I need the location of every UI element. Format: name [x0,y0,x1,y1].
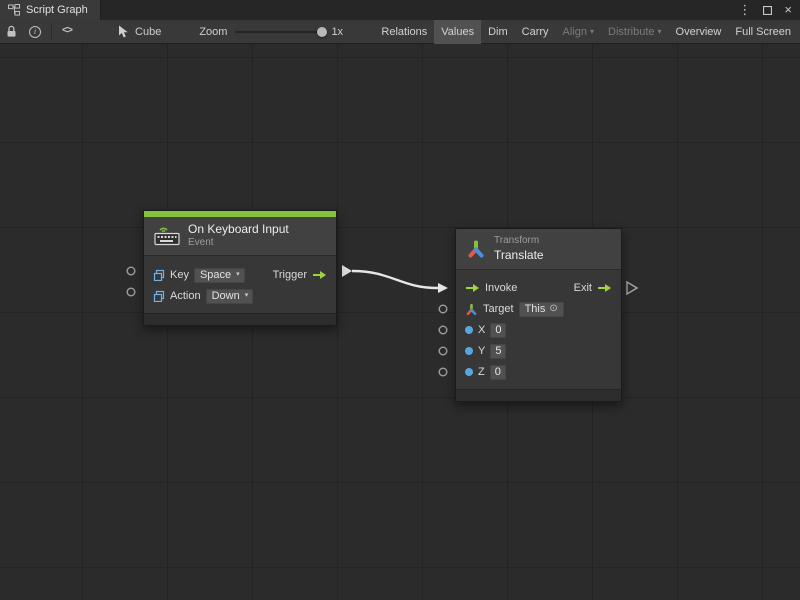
keyboard-icon [154,225,180,246]
fullscreen-button[interactable]: Full Screen [728,20,798,44]
action-label: Action [170,290,201,302]
y-label: Y [478,345,485,357]
titlebar: Script Graph ⋮ × [0,0,800,20]
trigger-label: Trigger [273,269,307,281]
trigger-invoke-wire[interactable] [352,271,438,288]
number-port-icon [465,368,473,376]
exit-output-port[interactable] [627,282,637,294]
tab-label: Script Graph [26,4,88,16]
chevron-down-icon: ▾ [245,292,249,299]
wires-layer [0,44,800,600]
key-dropdown[interactable]: Space ▾ [194,268,245,283]
node-body: Key Space ▾ Trigger [144,256,336,313]
zoom-slider-track[interactable] [235,31,323,33]
node-footer [456,389,621,401]
zoom-slider-handle[interactable] [317,27,327,37]
chevron-down-icon: ▾ [236,271,240,278]
relations-button[interactable]: Relations [374,20,434,44]
z-field[interactable]: 0 [490,365,506,380]
node-header[interactable]: On Keyboard Input Event [144,217,336,256]
flow-arrow-icon [597,283,612,293]
lock-icon[interactable] [0,20,23,44]
chevron-down-icon: ▾ [590,28,594,36]
y-field[interactable]: 5 [490,344,506,359]
flow-arrow-icon [312,270,327,280]
y-row: Y 5 [456,341,621,362]
target-row: Target This ⊙ [456,299,621,320]
key-row: Key Space ▾ Trigger [144,265,336,286]
wire-arrowhead-icon [438,283,448,293]
node-body: Invoke Exit [456,270,621,389]
values-button[interactable]: Values [434,20,481,44]
graph-target-label: Cube [135,26,161,38]
enum-icon [153,290,165,302]
overview-button[interactable]: Overview [669,20,729,44]
graph-canvas[interactable]: On Keyboard Input Event Key Space ▾ [0,44,800,600]
zoom-label: Zoom [199,26,227,38]
script-graph-window: Script Graph ⋮ × i <> Cube [0,0,800,600]
key-label: Key [170,269,189,281]
node-footer [144,313,336,325]
close-icon[interactable]: × [784,0,792,20]
graph-icon [8,4,20,16]
zoom-value: 1x [331,26,343,38]
on-keyboard-input-node[interactable]: On Keyboard Input Event Key Space ▾ [143,210,337,326]
flow-arrow-icon [465,283,480,293]
object-picker-icon: ⊙ [549,303,557,314]
z-row: Z 0 [456,362,621,383]
exit-label: Exit [574,282,592,294]
graph-target-group[interactable]: Cube [118,25,161,38]
key-input-port[interactable] [127,267,135,275]
target-input-port[interactable] [439,305,447,313]
code-preview-icon[interactable]: <> [56,20,78,44]
chevron-down-icon: ▾ [658,28,662,36]
x-row: X 0 [456,320,621,341]
action-dropdown[interactable]: Down ▾ [206,289,254,304]
carry-button[interactable]: Carry [515,20,556,44]
align-button[interactable]: Align▾ [556,20,601,44]
zoom-slider[interactable] [235,25,323,39]
info-icon[interactable]: i [23,20,47,44]
y-input-port[interactable] [439,347,447,355]
transform-icon [466,239,486,259]
x-label: X [478,324,485,336]
distribute-button[interactable]: Distribute▾ [601,20,668,44]
window-controls: ⋮ × [738,0,800,20]
node-subtitle: Event [188,237,289,250]
z-label: Z [478,366,485,378]
toolbar-divider [51,24,52,40]
axis-icon [465,303,478,316]
cursor-icon [118,25,129,38]
action-row: Action Down ▾ [144,286,336,307]
toolbar: i <> Cube Zoom 1x Relations Values Dim C… [0,20,800,44]
node-category: Transform [494,235,544,248]
node-title: On Keyboard Input [188,222,289,237]
number-port-icon [465,326,473,334]
trigger-output-port[interactable] [342,265,352,277]
x-field[interactable]: 0 [490,323,506,338]
dim-button[interactable]: Dim [481,20,515,44]
action-input-port[interactable] [127,288,135,296]
z-input-port[interactable] [439,368,447,376]
target-value-chip[interactable]: This ⊙ [519,302,564,317]
toolbar-buttons: Relations Values Dim Carry Align▾ Distri… [374,20,800,44]
target-label: Target [483,303,514,315]
translate-node[interactable]: Transform Translate Invoke Exit [455,228,622,402]
node-title: Translate [494,248,544,263]
x-input-port[interactable] [439,326,447,334]
invoke-label: Invoke [485,282,517,294]
invoke-row: Invoke Exit [456,278,621,299]
more-menu-icon[interactable]: ⋮ [738,0,751,20]
zoom-group: Zoom 1x [199,25,343,39]
enum-icon [153,269,165,281]
node-header[interactable]: Transform Translate [456,229,621,270]
tab-script-graph[interactable]: Script Graph [0,0,101,20]
number-port-icon [465,347,473,355]
maximize-icon[interactable] [763,6,772,15]
